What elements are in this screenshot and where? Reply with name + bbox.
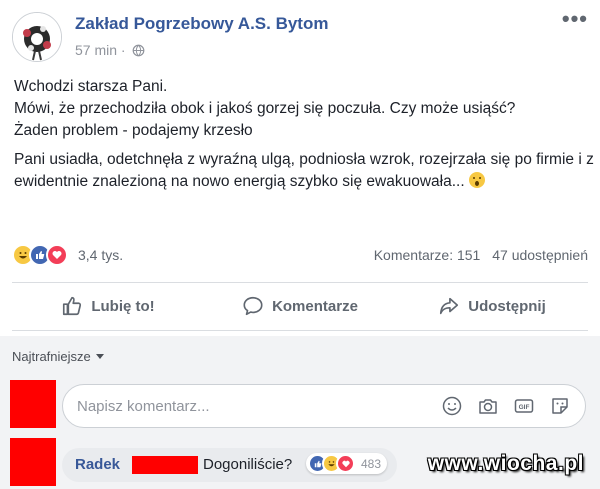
- emoji-icon[interactable]: [441, 395, 463, 417]
- share-button-label: Udostępnij: [468, 297, 546, 315]
- love-reaction-icon: [46, 244, 68, 266]
- globe-icon: [132, 44, 144, 56]
- post-body: Wchodzi starsza Pani. Mówi, że przechodz…: [14, 76, 594, 193]
- post-meta: 57 min ·: [75, 42, 145, 58]
- reaction-icons[interactable]: [12, 244, 68, 266]
- comment-reactions[interactable]: 483: [306, 453, 388, 474]
- svg-text:GIF: GIF: [519, 404, 530, 411]
- post-actions: Lubię to! Komentarze Udostępnij: [12, 284, 588, 328]
- comment-item: Radek Dogoniliście? 483: [62, 448, 397, 482]
- divider: [12, 282, 588, 283]
- page-avatar[interactable]: [12, 12, 62, 62]
- wreath-logo-icon: [13, 13, 61, 61]
- sticker-icon[interactable]: [549, 395, 571, 417]
- redacted-user-avatar: [10, 380, 56, 428]
- caret-down-icon: [95, 354, 104, 359]
- speech-bubble-icon: [243, 296, 263, 316]
- comments-section: Najtrafniejsze Napisz komentarz... GIF R…: [0, 336, 600, 489]
- camera-icon[interactable]: [477, 395, 499, 417]
- like-button[interactable]: Lubię to!: [12, 284, 204, 328]
- comment-button-label: Komentarze: [272, 297, 358, 315]
- post-line-2: Mówi, że przechodziła obok i jakoś gorze…: [14, 100, 516, 117]
- gif-icon[interactable]: GIF: [513, 395, 535, 417]
- post-line-4: Pani usiadła, odetchnęła z wyraźną ulgą,…: [14, 151, 594, 190]
- comments-count[interactable]: Komentarze: 151: [374, 247, 481, 263]
- more-options-icon[interactable]: •••: [562, 8, 588, 30]
- shares-count[interactable]: 47 udostępnień: [492, 247, 588, 263]
- comment-button[interactable]: Komentarze: [204, 284, 396, 328]
- thumbs-up-icon: [63, 296, 82, 316]
- post-line-1: Wchodzi starsza Pani.: [14, 78, 168, 95]
- share-button[interactable]: Udostępnij: [396, 284, 588, 328]
- divider: [12, 330, 588, 331]
- comment-input[interactable]: Napisz komentarz... GIF: [62, 384, 586, 428]
- love-reaction-icon: [336, 454, 355, 473]
- post-timestamp[interactable]: 57 min ·: [75, 42, 126, 58]
- watermark: www.wiocha.pl: [427, 452, 584, 475]
- page-name-link[interactable]: Zakład Pogrzebowy A.S. Bytom: [75, 14, 328, 34]
- share-arrow-icon: [440, 297, 459, 315]
- surprised-emoji-icon: [468, 172, 485, 188]
- like-button-label: Lubię to!: [91, 297, 155, 315]
- reactions-count[interactable]: 3,4 tys.: [78, 247, 123, 263]
- comment-sort-label: Najtrafniejsze: [12, 349, 91, 364]
- comment-input-tools: GIF: [441, 395, 571, 417]
- post-line-3: Żaden problem - podajemy krzesło: [14, 122, 253, 139]
- comment-text: Dogoniliście?: [203, 456, 293, 473]
- comment-input-placeholder: Napisz komentarz...: [77, 398, 210, 415]
- post-paragraph: Pani usiadła, odetchnęła z wyraźną ulgą,…: [14, 149, 594, 193]
- redacted-commenter-avatar: [10, 438, 56, 486]
- engagement-counts: Komentarze: 151 47 udostępnień: [374, 247, 588, 263]
- comment-reactions-count: 483: [361, 456, 382, 471]
- redacted-author-surname: [132, 456, 198, 474]
- post-paragraph: Wchodzi starsza Pani. Mówi, że przechodz…: [14, 76, 594, 142]
- comment-author[interactable]: Radek: [75, 456, 120, 473]
- reactions-row: 3,4 tys. Komentarze: 151 47 udostępnień: [12, 244, 588, 268]
- comment-sort-dropdown[interactable]: Najtrafniejsze: [12, 349, 104, 364]
